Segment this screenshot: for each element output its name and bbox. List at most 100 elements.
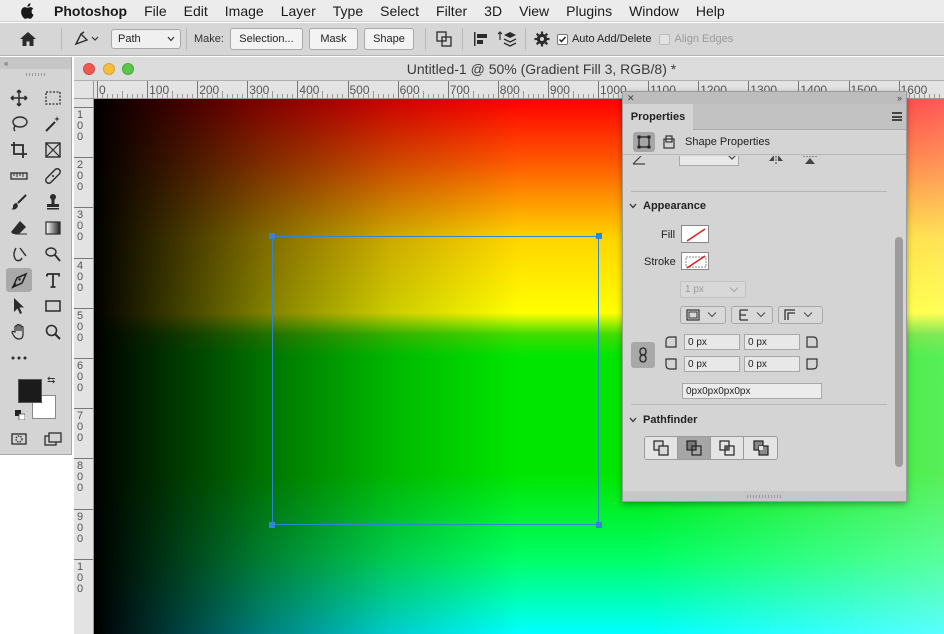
anchor-point-top-left[interactable] bbox=[269, 233, 275, 239]
path-arrangement-icon[interactable] bbox=[494, 30, 520, 48]
corner-radius-combined-field[interactable]: 0px0px0px0px bbox=[682, 383, 822, 399]
home-icon[interactable] bbox=[0, 31, 56, 47]
swap-colors-icon[interactable]: ⇆ bbox=[47, 375, 55, 386]
hand-tool-icon[interactable] bbox=[6, 320, 32, 344]
auto-add-delete-checkbox[interactable]: Auto Add/Delete bbox=[556, 33, 651, 45]
transform-row-partial bbox=[623, 156, 893, 174]
properties-scrollbar[interactable] bbox=[895, 237, 903, 467]
menu-plugins[interactable]: Plugins bbox=[558, 0, 621, 22]
corner-radius-top-right-field[interactable]: 0 px bbox=[744, 334, 800, 350]
flip-horizontal-icon[interactable] bbox=[768, 156, 784, 165]
menu-select[interactable]: Select bbox=[372, 0, 428, 22]
ruler-minor-tick bbox=[302, 94, 304, 98]
rectangle-shape-path[interactable] bbox=[272, 236, 599, 525]
menu-app-name[interactable]: Photoshop bbox=[54, 0, 136, 22]
marquee-tool-icon[interactable] bbox=[40, 86, 66, 110]
zoom-tool-icon[interactable] bbox=[40, 320, 66, 344]
blur-tool-icon[interactable] bbox=[6, 242, 32, 266]
menu-view[interactable]: View bbox=[511, 0, 558, 22]
path-operations-icon[interactable] bbox=[431, 30, 457, 48]
flip-vertical-icon[interactable] bbox=[803, 156, 817, 166]
lasso-tool-icon[interactable] bbox=[6, 112, 32, 136]
collapse-panel-icon[interactable]: » bbox=[897, 93, 902, 103]
pen-tool-preset-icon[interactable] bbox=[67, 31, 107, 47]
link-corners-button[interactable] bbox=[631, 342, 655, 368]
angle-icon[interactable] bbox=[632, 156, 646, 166]
align-edges-checkbox[interactable]: Align Edges bbox=[659, 33, 733, 45]
menu-3d[interactable]: 3D bbox=[476, 0, 511, 22]
brush-tool-icon[interactable] bbox=[6, 190, 32, 214]
menu-window[interactable]: Window bbox=[621, 0, 688, 22]
eraser-tool-icon[interactable] bbox=[6, 216, 32, 240]
tools-collapse-icon[interactable]: « bbox=[0, 57, 71, 69]
combine-shapes-button[interactable] bbox=[645, 437, 678, 459]
panel-resize-grip[interactable] bbox=[623, 491, 906, 501]
magic-wand-tool-icon[interactable] bbox=[40, 112, 66, 136]
healing-brush-tool-icon[interactable] bbox=[40, 164, 66, 188]
vertical-ruler[interactable]: 1 0 0 2 0 0 3 0 0 4 0 0 5 0 0 6 0 0 7 0 0 8 0 0… bbox=[74, 99, 94, 634]
menu-file[interactable]: File bbox=[136, 0, 176, 22]
properties-topbar[interactable]: ✕ » bbox=[623, 92, 906, 104]
anchor-point-bottom-right[interactable] bbox=[596, 522, 602, 528]
dodge-tool-icon[interactable] bbox=[40, 242, 66, 266]
corner-radius-bottom-right-field[interactable]: 0 px bbox=[744, 356, 800, 372]
menu-edit[interactable]: Edit bbox=[175, 0, 216, 22]
anchor-point-top-right[interactable] bbox=[596, 233, 602, 239]
crop-tool-icon[interactable] bbox=[6, 138, 32, 162]
ruler-minor-tick bbox=[522, 91, 524, 98]
tab-properties[interactable]: Properties bbox=[623, 104, 693, 130]
close-window-icon[interactable] bbox=[83, 63, 95, 75]
ruler-origin[interactable] bbox=[74, 81, 94, 99]
menu-type[interactable]: Type bbox=[324, 0, 371, 22]
path-selection-tool-icon[interactable] bbox=[6, 294, 32, 318]
apple-menu-icon[interactable] bbox=[0, 0, 54, 22]
frame-tool-icon[interactable] bbox=[40, 138, 66, 162]
make-shape-button[interactable]: Shape bbox=[363, 28, 414, 50]
pen-tool-icon[interactable] bbox=[6, 268, 32, 292]
chevron-down-icon[interactable] bbox=[725, 156, 739, 166]
foreground-color-swatch[interactable] bbox=[18, 379, 42, 403]
type-tool-icon[interactable] bbox=[40, 268, 66, 292]
stroke-cap-dropdown[interactable] bbox=[731, 306, 773, 324]
menu-help[interactable]: Help bbox=[687, 0, 733, 22]
corner-radius-top-left-field[interactable]: 0 px bbox=[684, 334, 740, 350]
appearance-section-toggle[interactable]: Appearance bbox=[629, 200, 706, 212]
move-tool-icon[interactable] bbox=[6, 86, 32, 110]
stroke-swatch[interactable] bbox=[681, 252, 709, 270]
more-tools-icon[interactable] bbox=[6, 346, 32, 370]
tools-grip[interactable] bbox=[0, 69, 71, 79]
panel-menu-icon[interactable] bbox=[892, 112, 902, 121]
exclude-overlapping-shapes-button[interactable] bbox=[744, 437, 777, 459]
intersect-shapes-button[interactable] bbox=[711, 437, 744, 459]
minimize-window-icon[interactable] bbox=[103, 63, 115, 75]
shape-properties-icon[interactable] bbox=[633, 132, 655, 152]
default-colors-icon[interactable] bbox=[15, 407, 26, 425]
gear-icon[interactable] bbox=[531, 31, 553, 47]
menu-image[interactable]: Image bbox=[216, 0, 272, 22]
stroke-align-dropdown[interactable] bbox=[680, 306, 726, 324]
ruler-minor-tick bbox=[112, 94, 114, 98]
pathfinder-section-toggle[interactable]: Pathfinder bbox=[629, 414, 697, 426]
gradient-tool-icon[interactable] bbox=[40, 216, 66, 240]
menu-layer[interactable]: Layer bbox=[272, 0, 324, 22]
mask-properties-icon[interactable] bbox=[663, 135, 675, 149]
menu-filter[interactable]: Filter bbox=[428, 0, 476, 22]
corner-radius-bottom-left-field[interactable]: 0 px bbox=[684, 356, 740, 372]
rectangle-tool-icon[interactable] bbox=[40, 294, 66, 318]
close-panel-icon[interactable]: ✕ bbox=[627, 93, 635, 104]
quick-mask-icon[interactable] bbox=[6, 427, 32, 451]
clone-stamp-tool-icon[interactable] bbox=[40, 190, 66, 214]
ruler-tool-icon[interactable] bbox=[6, 164, 32, 188]
stroke-corner-dropdown[interactable] bbox=[778, 306, 823, 324]
path-alignment-icon[interactable] bbox=[468, 30, 494, 48]
make-selection-button[interactable]: Selection... bbox=[229, 28, 303, 50]
path-mode-select[interactable]: Path bbox=[111, 29, 181, 49]
subtract-front-shape-button[interactable] bbox=[678, 437, 711, 459]
fill-swatch[interactable] bbox=[681, 225, 709, 243]
document-title-bar[interactable]: Untitled-1 @ 50% (Gradient Fill 3, RGB/8… bbox=[74, 57, 944, 81]
make-mask-button[interactable]: Mask bbox=[308, 28, 358, 50]
screen-mode-icon[interactable] bbox=[40, 427, 66, 451]
stroke-width-field[interactable]: 1 px bbox=[680, 281, 746, 298]
anchor-point-bottom-left[interactable] bbox=[269, 522, 275, 528]
zoom-window-icon[interactable] bbox=[122, 63, 134, 75]
